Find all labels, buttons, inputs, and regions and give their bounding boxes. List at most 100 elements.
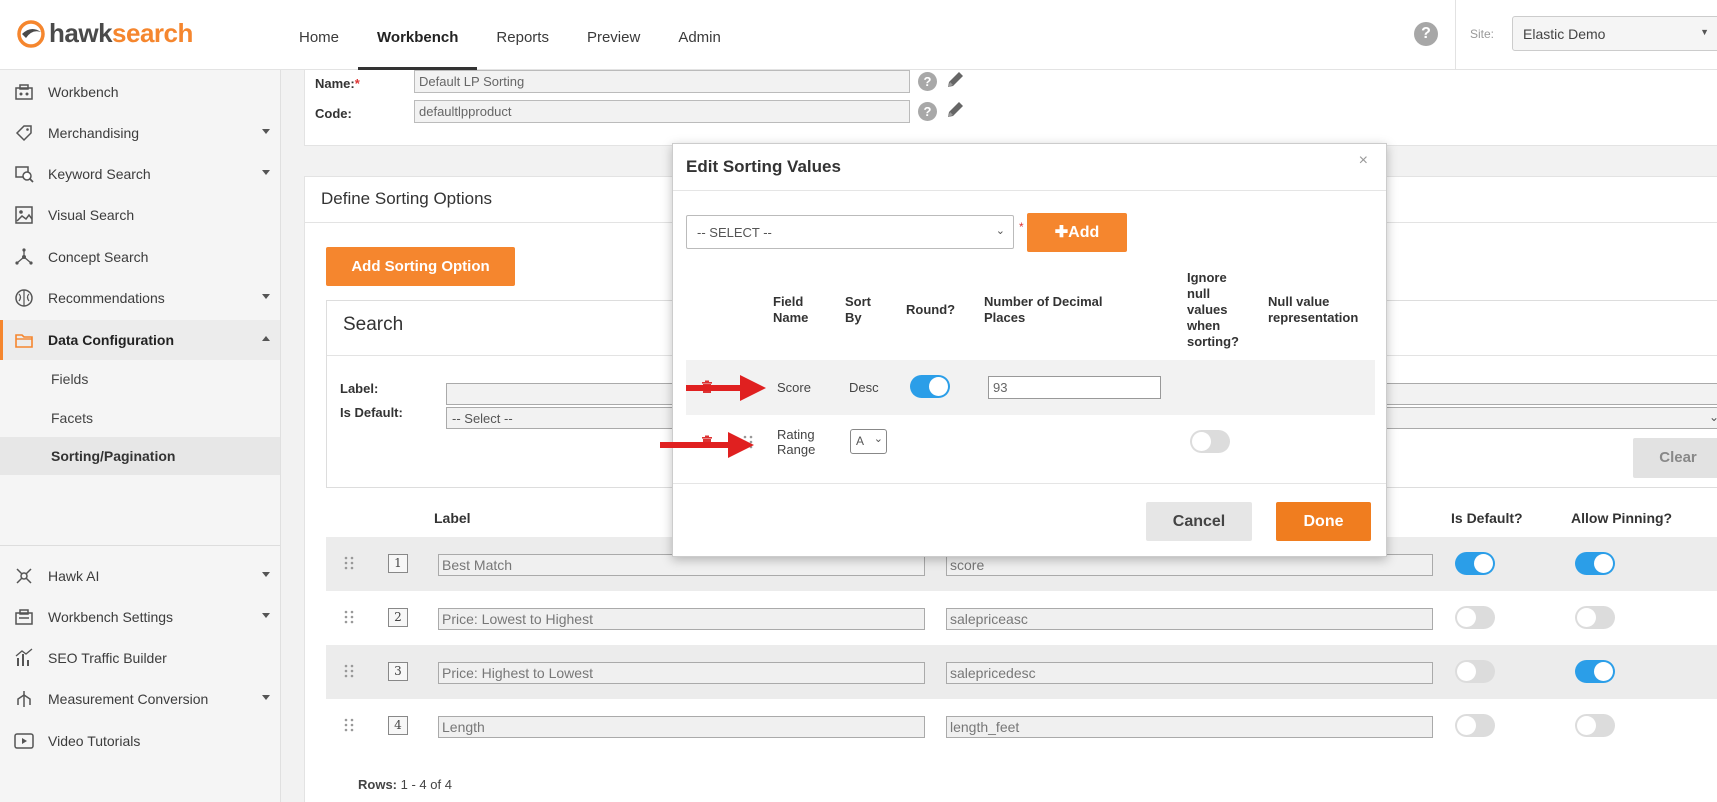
chart-icon <box>13 647 35 669</box>
toggle-knob <box>1474 554 1493 573</box>
main-nav: Home Workbench Reports Preview Admin <box>280 0 740 70</box>
brain-icon <box>13 287 35 309</box>
is-default-toggle[interactable] <box>1455 606 1495 629</box>
nav-home[interactable]: Home <box>280 0 358 70</box>
header-ignore-null: Ignore null values when sorting? <box>1187 270 1239 349</box>
sidebar-item-workbench[interactable]: Workbench <box>0 72 280 112</box>
row-label-input[interactable]: Price: Highest to Lowest <box>438 662 925 684</box>
round-toggle[interactable] <box>910 375 950 398</box>
help-icon[interactable]: ? <box>918 72 937 91</box>
sidebar-subitem-sorting-pagination[interactable]: Sorting/Pagination <box>0 437 280 475</box>
header-field-name: Field Name <box>773 294 809 325</box>
chevron-down-icon: ⌄ <box>873 433 883 445</box>
is-default-toggle[interactable] <box>1455 552 1495 575</box>
sidebar: Workbench Merchandising Keyword Search V… <box>0 70 281 802</box>
row-label-input[interactable]: Price: Lowest to Highest <box>438 608 925 630</box>
row-code-input[interactable]: score <box>946 554 1433 576</box>
is-default-toggle[interactable] <box>1455 714 1495 737</box>
is-default-toggle[interactable] <box>1455 660 1495 683</box>
caret-down-icon: ▼ <box>1700 27 1709 37</box>
divider <box>673 190 1386 191</box>
sidebar-item-merchandising[interactable]: Merchandising <box>0 113 280 153</box>
sidebar-item-data-configuration[interactable]: Data Configuration <box>0 320 280 360</box>
site-label: Site: <box>1470 27 1495 41</box>
row-label-input[interactable]: Best Match <box>438 554 925 576</box>
nav-workbench[interactable]: Workbench <box>358 0 478 70</box>
done-button[interactable]: Done <box>1276 502 1371 541</box>
site-select[interactable]: Elastic Demo ▼ <box>1512 16 1717 51</box>
drag-handle-icon[interactable] <box>344 664 354 678</box>
pencil-icon[interactable] <box>945 70 965 90</box>
drag-handle-icon[interactable] <box>344 610 354 624</box>
annotation-arrow-icon <box>660 432 754 458</box>
drag-handle-icon[interactable] <box>344 718 354 732</box>
divider <box>1455 0 1456 70</box>
toggle-knob <box>1457 716 1476 735</box>
drag-handle-icon[interactable] <box>344 556 354 570</box>
hawksearch-logo[interactable]: hawk search <box>16 18 193 49</box>
toggle-knob <box>1594 662 1613 681</box>
sidebar-item-hawk-ai[interactable]: Hawk AI <box>0 556 280 596</box>
sorting-details-card: Name:* Default LP Sorting ? Code: defaul… <box>304 60 1717 146</box>
pencil-icon[interactable] <box>945 100 965 120</box>
row-code-input[interactable]: length_feet <box>946 716 1433 738</box>
row-field-name: Rating Range <box>777 427 816 457</box>
nav-preview[interactable]: Preview <box>568 0 659 70</box>
label-filter-label: Label: <box>340 381 379 396</box>
close-icon[interactable]: × <box>1359 152 1368 170</box>
sidebar-item-visual-search[interactable]: Visual Search <box>0 195 280 235</box>
name-field[interactable]: Default LP Sorting <box>414 70 910 93</box>
toggle-knob <box>1457 662 1476 681</box>
caret-down-icon <box>262 129 270 134</box>
sidebar-item-label: Data Configuration <box>48 332 174 348</box>
search-title: Search <box>343 314 404 335</box>
sidebar-item-seo-traffic-builder[interactable]: SEO Traffic Builder <box>0 638 280 678</box>
sidebar-item-label: Keyword Search <box>48 166 151 182</box>
merchandising-icon <box>13 122 35 144</box>
allow-pinning-toggle[interactable] <box>1575 714 1615 737</box>
sidebar-subitem-fields[interactable]: Fields <box>0 360 280 398</box>
nav-admin[interactable]: Admin <box>659 0 740 70</box>
cancel-button[interactable]: Cancel <box>1146 502 1252 541</box>
add-button-label: Add <box>1068 224 1100 241</box>
rows-count-value: 1 - 4 of 4 <box>400 777 452 792</box>
sidebar-item-workbench-settings[interactable]: Workbench Settings <box>0 597 280 637</box>
sidebar-item-label: Measurement Conversion <box>48 691 209 707</box>
section-title: Define Sorting Options <box>321 189 493 208</box>
code-field[interactable]: defaultlpproduct <box>414 100 910 123</box>
allow-pinning-toggle[interactable] <box>1575 660 1615 683</box>
sort-by-select[interactable]: A ⌄ <box>850 429 887 454</box>
logo-text-search: search <box>112 18 193 48</box>
logo-text-hawk: hawk <box>49 18 113 48</box>
table-row: 4 Length length_feet <box>326 699 1717 753</box>
edit-sorting-values-dialog: Edit Sorting Values × -- SELECT -- ⌄ * ✚… <box>672 143 1387 557</box>
help-icon[interactable]: ? <box>1414 22 1438 46</box>
allow-pinning-toggle[interactable] <box>1575 606 1615 629</box>
add-sorting-option-button[interactable]: Add Sorting Option <box>326 247 515 286</box>
sidebar-item-measurement-conversion[interactable]: Measurement Conversion <box>0 679 280 719</box>
caret-down-icon <box>262 294 270 299</box>
row-code-input[interactable]: salepricedesc <box>946 662 1433 684</box>
add-field-button[interactable]: ✚Add <box>1027 213 1127 252</box>
row-label-input[interactable]: Length <box>438 716 925 738</box>
ignore-null-toggle[interactable] <box>1190 430 1230 453</box>
nav-reports[interactable]: Reports <box>477 0 568 70</box>
allow-pinning-toggle[interactable] <box>1575 552 1615 575</box>
sidebar-item-video-tutorials[interactable]: Video Tutorials <box>0 721 280 761</box>
sidebar-subitem-facets[interactable]: Facets <box>0 399 280 437</box>
hawk-ai-icon <box>13 565 35 587</box>
decimal-places-input[interactable]: 93 <box>988 376 1161 399</box>
table-row: 3 Price: Highest to Lowest salepricedesc <box>326 645 1717 699</box>
row-field-name: Score <box>777 380 811 395</box>
header-round: Round? <box>906 302 956 317</box>
sidebar-item-keyword-search[interactable]: Keyword Search <box>0 154 280 194</box>
field-select-value: -- SELECT -- <box>697 225 772 240</box>
row-code-input[interactable]: salepriceasc <box>946 608 1433 630</box>
network-icon <box>13 246 35 268</box>
sidebar-item-concept-search[interactable]: Concept Search <box>0 237 280 277</box>
help-icon[interactable]: ? <box>918 102 937 121</box>
sidebar-item-recommendations[interactable]: Recommendations <box>0 278 280 318</box>
field-select[interactable]: -- SELECT -- ⌄ <box>686 215 1014 249</box>
clear-button[interactable]: Clear <box>1633 438 1717 478</box>
row-number: 4 <box>388 716 408 735</box>
